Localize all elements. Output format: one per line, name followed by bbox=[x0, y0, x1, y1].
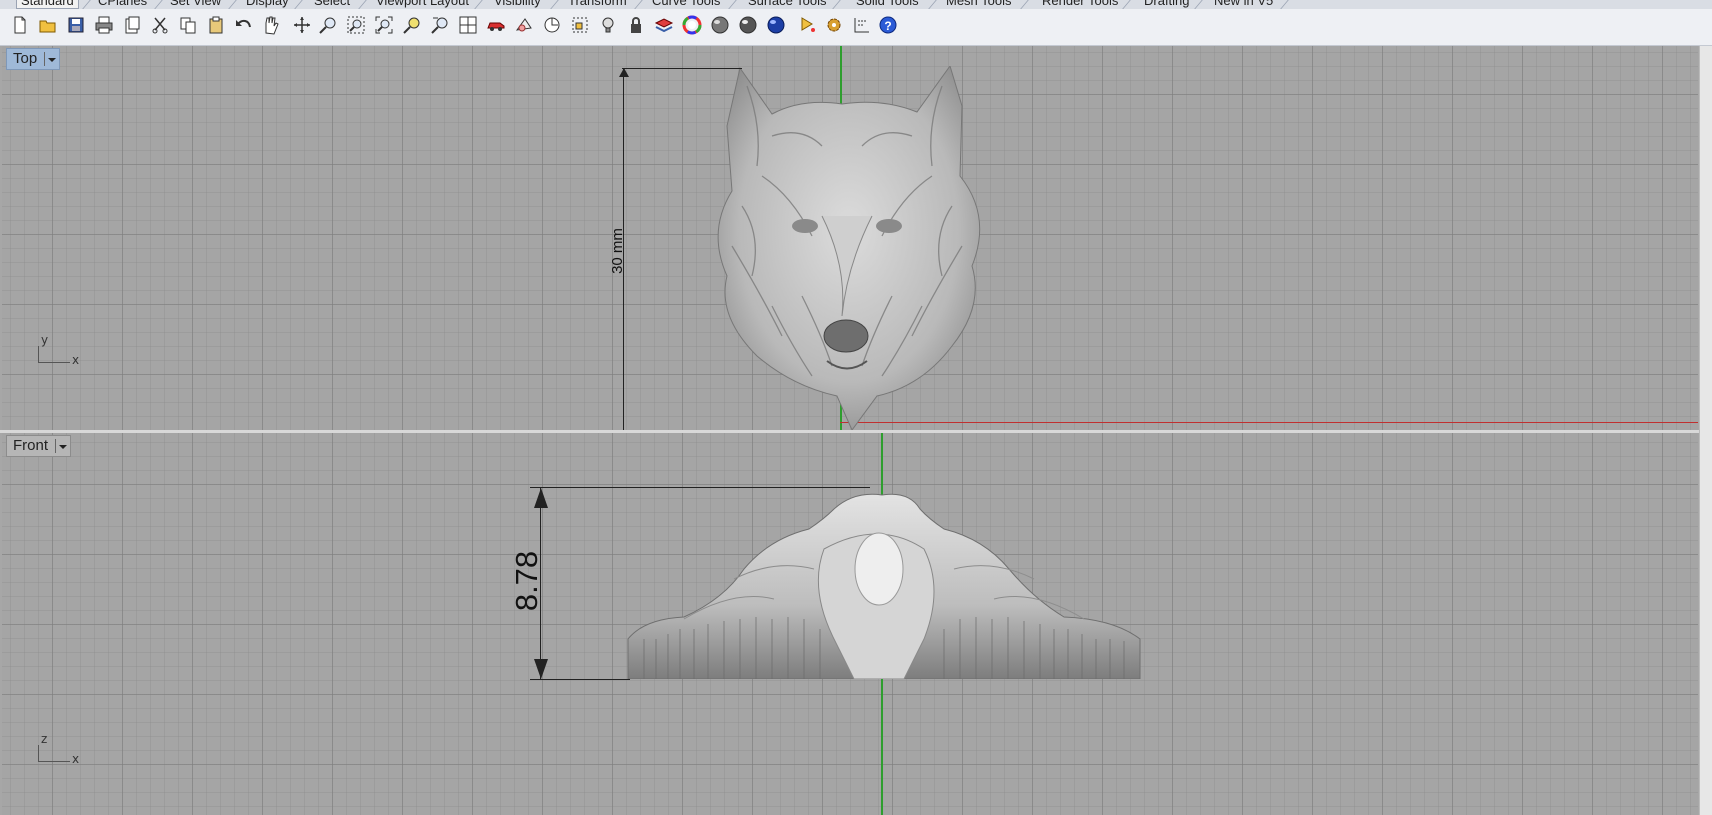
toolbar-tabs: Standard CPlanes Set View Display Select… bbox=[0, 0, 1712, 9]
tab-surface-tools[interactable]: Surface Tools bbox=[748, 0, 827, 8]
blue-sphere-icon[interactable] bbox=[764, 13, 788, 37]
light-icon[interactable] bbox=[596, 13, 620, 37]
axis-icon-y-line bbox=[38, 346, 39, 362]
dimension-icon[interactable] bbox=[850, 13, 874, 37]
properties-icon[interactable] bbox=[512, 13, 536, 37]
axis-label-y: y bbox=[41, 333, 49, 347]
tab-standard[interactable]: Standard bbox=[16, 0, 79, 9]
dimension-arrow-up bbox=[619, 68, 629, 77]
select-points-icon[interactable] bbox=[568, 13, 592, 37]
zoom-extents-icon[interactable] bbox=[372, 13, 396, 37]
print-icon[interactable] bbox=[92, 13, 116, 37]
zoom-selected-icon[interactable] bbox=[400, 13, 424, 37]
tab-select[interactable]: Select bbox=[314, 0, 350, 8]
tab-set-view[interactable]: Set View bbox=[170, 0, 221, 8]
tab-transform[interactable]: Transform bbox=[568, 0, 627, 8]
undo-icon[interactable] bbox=[232, 13, 256, 37]
four-viewports-icon[interactable] bbox=[456, 13, 480, 37]
axis-icon-z-line bbox=[38, 745, 39, 761]
layer-icon[interactable] bbox=[652, 13, 676, 37]
zoom-dynamic-icon[interactable] bbox=[344, 13, 368, 37]
copy-icon[interactable] bbox=[176, 13, 200, 37]
car-icon[interactable] bbox=[484, 13, 508, 37]
rotate-view-icon[interactable] bbox=[290, 13, 314, 37]
wolf-relief-front-model[interactable] bbox=[624, 489, 1144, 679]
analyze-icon[interactable] bbox=[796, 13, 820, 37]
viewport-name: Front bbox=[13, 437, 49, 454]
viewport-title-front[interactable]: Front bbox=[6, 435, 72, 457]
dimension-arrow-up bbox=[534, 488, 548, 508]
top-viewport[interactable]: Top 30 mm y x bbox=[2, 46, 1698, 430]
tab-mesh-tools[interactable]: Mesh Tools bbox=[946, 0, 1012, 8]
undo-view-icon[interactable] bbox=[428, 13, 452, 37]
rendered-sphere-icon[interactable] bbox=[736, 13, 760, 37]
dimension-arrow-down bbox=[534, 659, 548, 679]
pan-icon[interactable] bbox=[258, 13, 282, 37]
color-wheel-icon[interactable] bbox=[680, 13, 704, 37]
standard-toolbar: ? bbox=[0, 9, 1712, 46]
axis-icon-x-line bbox=[38, 362, 70, 363]
tab-visibility[interactable]: Visibility bbox=[494, 0, 541, 8]
viewport-title-top[interactable]: Top bbox=[6, 48, 61, 70]
options-icon[interactable] bbox=[822, 13, 846, 37]
lock-icon[interactable] bbox=[624, 13, 648, 37]
cplane-icon[interactable] bbox=[540, 13, 564, 37]
paste-icon[interactable] bbox=[204, 13, 228, 37]
shaded-sphere-icon[interactable] bbox=[708, 13, 732, 37]
axis-label-x: x bbox=[72, 752, 80, 766]
viewport-name: Top bbox=[13, 50, 38, 67]
help-icon[interactable]: ? bbox=[876, 13, 900, 37]
tab-new-in-v5[interactable]: New in V5 bbox=[1214, 0, 1273, 8]
dimension-text-30mm: 30 mm bbox=[609, 228, 626, 274]
dimension-extension-top bbox=[530, 487, 870, 488]
open-file-icon[interactable] bbox=[36, 13, 60, 37]
tab-display[interactable]: Display bbox=[246, 0, 289, 8]
tab-solid-tools[interactable]: Solid Tools bbox=[856, 0, 919, 8]
front-viewport[interactable]: Front 8.78 z x bbox=[2, 433, 1698, 815]
save-icon[interactable] bbox=[64, 13, 88, 37]
axis-icon-x-line bbox=[38, 761, 70, 762]
dimension-extension-bottom bbox=[530, 679, 630, 680]
tab-render-tools[interactable]: Render Tools bbox=[1042, 0, 1118, 8]
tab-curve-tools[interactable]: Curve Tools bbox=[652, 0, 720, 8]
dimension-extension-top bbox=[622, 68, 742, 69]
axis-label-x: x bbox=[72, 353, 80, 367]
side-panel-edge[interactable] bbox=[1699, 46, 1712, 815]
dimension-text-8-78: 8.78 bbox=[509, 550, 544, 612]
cut-icon[interactable] bbox=[148, 13, 172, 37]
zoom-window-icon[interactable] bbox=[316, 13, 340, 37]
new-file-icon[interactable] bbox=[8, 13, 32, 37]
dropdown-arrow-icon[interactable] bbox=[44, 52, 57, 66]
tab-viewport-layout[interactable]: Viewport Layout bbox=[376, 0, 469, 8]
import-icon[interactable] bbox=[120, 13, 144, 37]
svg-text:?: ? bbox=[884, 19, 891, 33]
tab-cplanes[interactable]: CPlanes bbox=[98, 0, 147, 8]
dropdown-arrow-icon[interactable] bbox=[55, 439, 68, 453]
tab-drafting[interactable]: Drafting bbox=[1144, 0, 1190, 8]
wolf-head-model[interactable] bbox=[702, 66, 992, 430]
axis-label-z: z bbox=[41, 732, 48, 746]
